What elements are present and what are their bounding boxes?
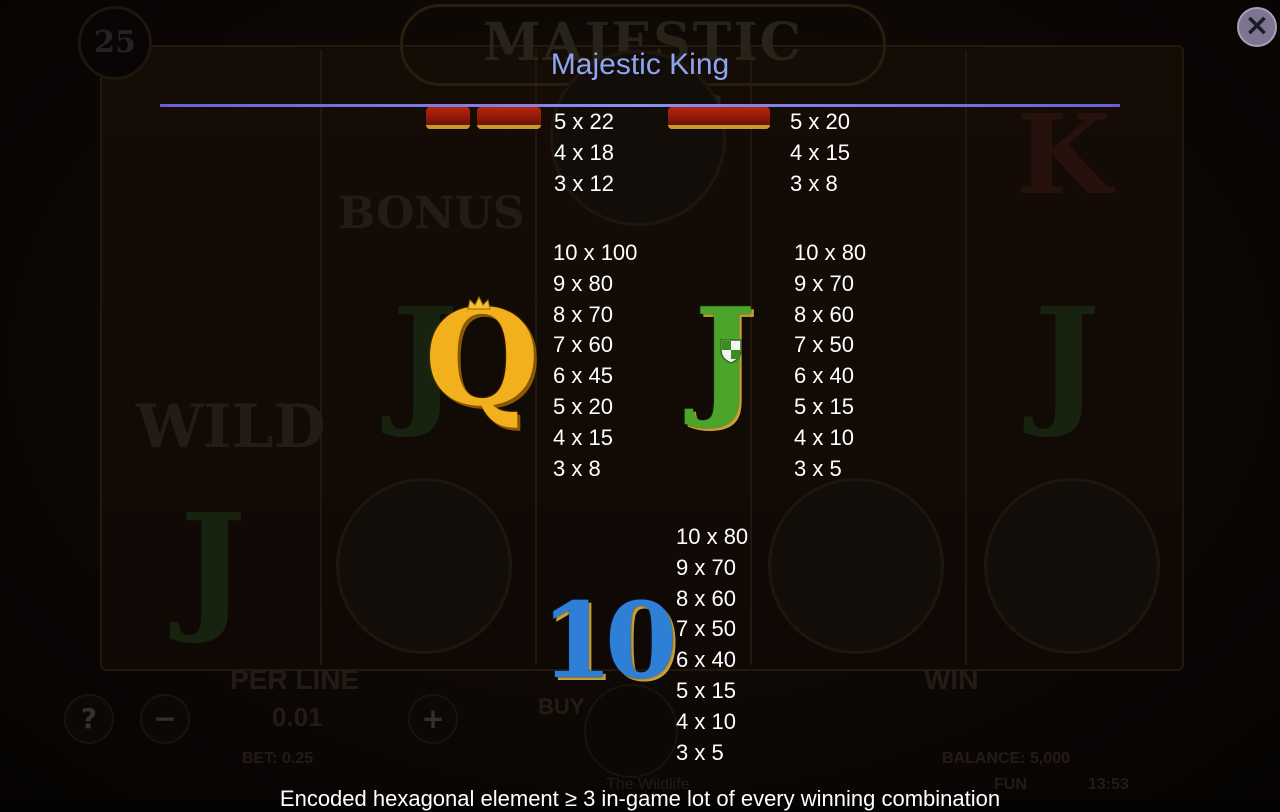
payout-row: 8 x 70: [553, 301, 613, 327]
payout-row: 7 x 60: [553, 332, 613, 358]
payout-row: 6 x 40: [794, 363, 854, 389]
payout-row: 8 x 60: [794, 301, 854, 327]
payout-row: 5 x 20: [553, 393, 613, 419]
q-symbol-icon: Q: [424, 281, 540, 436]
payout-row: 10 x 100: [553, 240, 638, 265]
payout-row: 4 x 15: [553, 424, 613, 450]
payout-row: 3 x 12: [554, 170, 614, 196]
paytable-title: Majestic King: [550, 48, 730, 81]
payout-row: 3 x 8: [790, 170, 838, 196]
payout-row: 5 x 15: [794, 393, 854, 419]
payout-row: 4 x 18: [554, 139, 614, 165]
paytable-top-left: 5 x 22 4 x 18 3 x 12: [554, 107, 614, 199]
payout-row: 3 x 5: [676, 739, 724, 765]
payout-row: 9 x 70: [676, 554, 736, 580]
payout-row: 6 x 45: [553, 363, 613, 389]
payout-row: 4 x 10: [676, 708, 736, 734]
payout-row: 5 x 22: [554, 109, 614, 134]
payout-row: 7 x 50: [794, 332, 854, 358]
paytable-q: 10 x 100 9 x 80 8 x 70 7 x 60 6 x 45 5 x…: [553, 238, 637, 484]
payout-row: 6 x 40: [676, 647, 736, 673]
payout-row: 5 x 20: [790, 109, 850, 134]
payout-row: 7 x 50: [676, 616, 736, 642]
paytable-top-right: 5 x 20 4 x 15 3 x 8: [790, 107, 850, 199]
payout-row: 10 x 80: [676, 524, 749, 549]
payout-row: 9 x 70: [794, 270, 854, 296]
payout-row: 3 x 5: [794, 455, 842, 481]
paytable-ten: 10 x 80 9 x 70 8 x 60 7 x 50 6 x 40 5 x …: [676, 522, 748, 768]
ten-symbol-icon: 10: [540, 579, 678, 702]
payout-row: 9 x 80: [553, 270, 613, 296]
crown-icon: [467, 296, 491, 310]
paytable-j: 10 x 80 9 x 70 8 x 60 7 x 50 6 x 40 5 x …: [794, 238, 866, 484]
payout-row: 8 x 60: [676, 585, 736, 611]
title-divider: [160, 104, 1120, 107]
cut-symbol-left: [426, 107, 470, 129]
payout-row: 4 x 10: [794, 424, 854, 450]
close-icon: ×: [1244, 8, 1270, 43]
paytable-footer-text: Encoded hexagonal element ≥ 3 in-game lo…: [279, 786, 1001, 811]
payout-row: 3 x 8: [553, 455, 601, 481]
payout-row: 5 x 15: [676, 677, 736, 703]
shield-icon: [720, 339, 742, 364]
cut-symbol-right: [668, 107, 770, 129]
close-button[interactable]: ×: [1237, 7, 1277, 47]
cut-symbol-left: [477, 107, 541, 129]
payout-row: 10 x 80: [794, 240, 867, 265]
payout-row: 4 x 15: [790, 139, 850, 165]
